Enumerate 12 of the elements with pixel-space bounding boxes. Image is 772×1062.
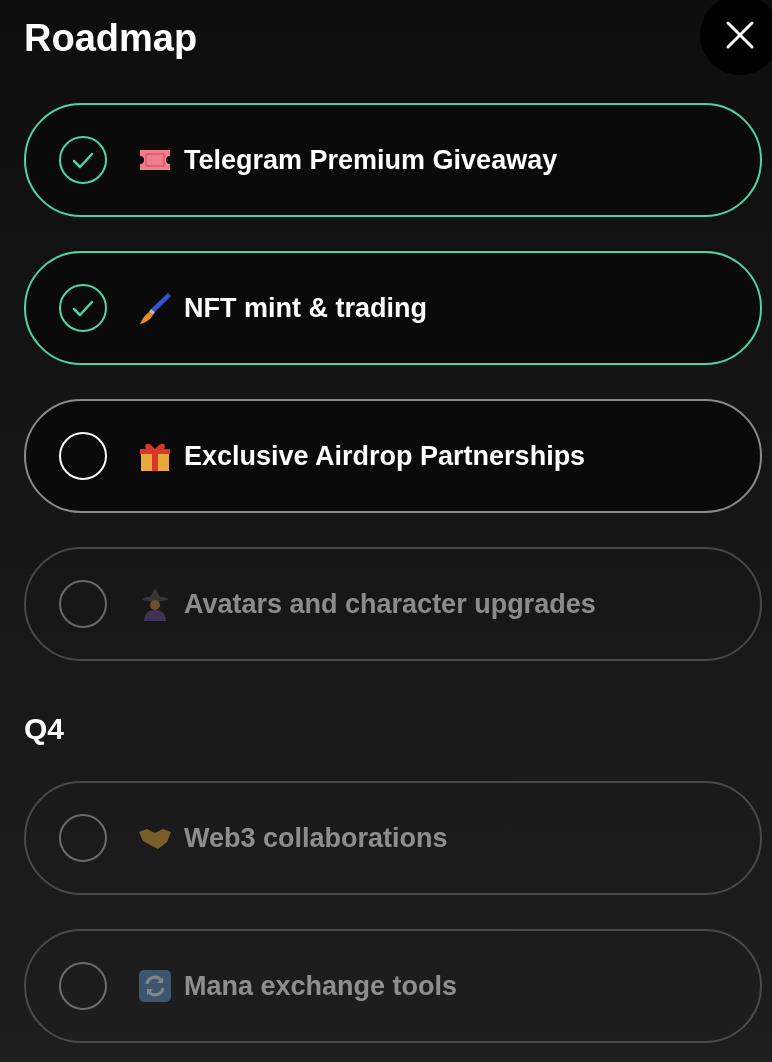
item-label: Mana exchange tools <box>184 970 458 1002</box>
paintbrush-icon <box>138 290 172 326</box>
ticket-icon <box>138 148 172 172</box>
section-heading: Q4 <box>24 711 66 747</box>
item-label: NFT mint & trading <box>184 292 427 324</box>
item-label: Avatars and character upgrades <box>184 588 596 620</box>
item-label: Exclusive Airdrop Partnerships <box>184 440 586 472</box>
refresh-icon <box>138 969 172 1003</box>
close-icon <box>725 20 755 50</box>
item-label: Web3 collaborations <box>184 822 448 854</box>
page-title: Roadmap <box>24 16 198 60</box>
item-label: Telegram Premium Giveaway <box>184 144 558 176</box>
